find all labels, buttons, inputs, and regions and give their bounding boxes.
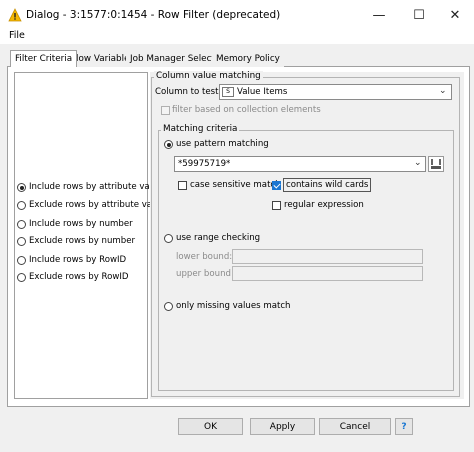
label-missing-values[interactable]: only missing values match (176, 301, 291, 311)
radio-exclude-attribute[interactable] (17, 201, 26, 210)
label-range-checking[interactable]: use range checking (176, 233, 260, 243)
radio-range-checking[interactable] (164, 234, 173, 243)
label-exclude-attribute[interactable]: Exclude rows by attribute value (29, 200, 165, 210)
column-value-matching-label: Column value matching (154, 71, 263, 81)
window-title: Dialog - 3:1577:0:1454 - Row Filter (dep… (26, 9, 281, 21)
upper-bound-input[interactable] (232, 266, 423, 281)
lower-bound-input[interactable] (232, 249, 423, 264)
case-sensitive-label[interactable]: case sensitive match (190, 180, 281, 190)
pattern-input-value: *59975719* (178, 159, 231, 169)
matching-criteria-label: Matching criteria (161, 124, 240, 134)
chevron-down-icon: ⌄ (414, 158, 422, 168)
collection-elements-checkbox[interactable] (161, 106, 170, 115)
label-pattern-matching[interactable]: use pattern matching (176, 139, 269, 149)
ok-button[interactable]: OK (178, 418, 243, 435)
upper-bound-label: upper bound: (176, 269, 234, 279)
radio-include-number[interactable] (17, 220, 26, 229)
collection-elements-label: filter based on collection elements (172, 105, 321, 115)
column-select-value: Value Items (237, 87, 288, 97)
label-exclude-rowid[interactable]: Exclude rows by RowID (29, 272, 129, 282)
wild-cards-label[interactable]: contains wild cards (283, 178, 372, 192)
label-include-attribute[interactable]: Include rows by attribute value (29, 182, 163, 192)
radio-exclude-number[interactable] (17, 237, 26, 246)
flow-variable-icon[interactable] (428, 156, 444, 172)
minimize-button[interactable]: — (364, 2, 394, 28)
radio-include-attribute[interactable] (17, 183, 26, 192)
tab-memory-policy[interactable]: Memory Policy (212, 52, 284, 67)
label-include-number[interactable]: Include rows by number (29, 219, 133, 229)
help-icon[interactable]: ? (395, 418, 413, 435)
regular-expression-checkbox[interactable] (272, 201, 281, 210)
case-sensitive-checkbox[interactable] (178, 181, 187, 190)
radio-include-rowid[interactable] (17, 256, 26, 265)
menu-file[interactable]: File (9, 30, 25, 41)
close-button[interactable]: ✕ (440, 2, 470, 28)
tab-filter-criteria[interactable]: Filter Criteria (10, 50, 78, 67)
menu-bar (0, 30, 474, 44)
wild-cards-checkbox[interactable] (272, 181, 281, 190)
column-to-test-label: Column to test: (155, 87, 222, 97)
string-type-icon: S (222, 87, 234, 97)
warning-icon (8, 8, 22, 22)
regular-expression-label[interactable]: regular expression (284, 200, 364, 210)
maximize-button[interactable]: ☐ (404, 2, 434, 28)
lower-bound-label: lower bound: (176, 252, 233, 262)
chevron-down-icon: ⌄ (439, 86, 447, 96)
label-exclude-number[interactable]: Exclude rows by number (29, 236, 135, 246)
cancel-button[interactable]: Cancel (319, 418, 391, 435)
radio-exclude-rowid[interactable] (17, 273, 26, 282)
label-include-rowid[interactable]: Include rows by RowID (29, 255, 126, 265)
radio-pattern-matching[interactable] (164, 140, 173, 149)
radio-missing-values[interactable] (164, 302, 173, 311)
apply-button[interactable]: Apply (250, 418, 315, 435)
